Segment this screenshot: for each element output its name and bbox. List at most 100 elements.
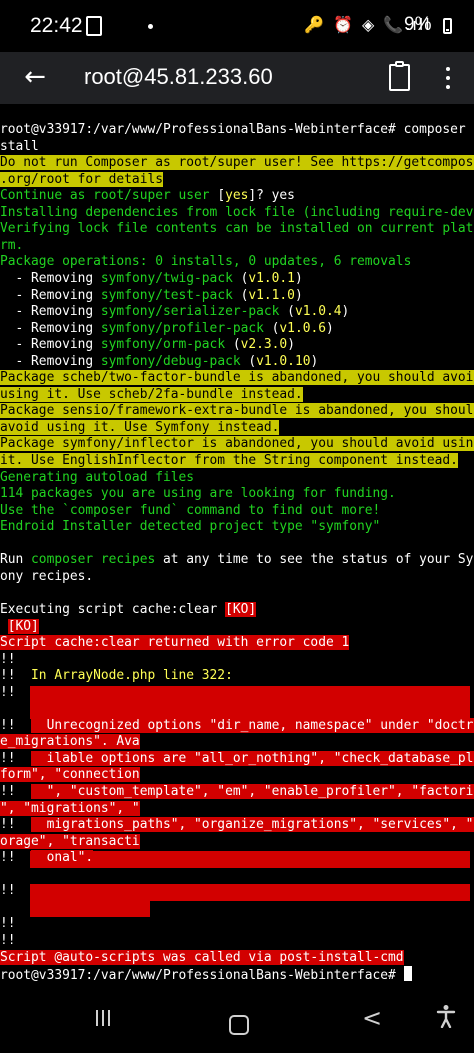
terminal-text: !! <box>0 750 32 766</box>
more-vert-icon[interactable] <box>438 64 458 92</box>
terminal-line: !! ", "custom_template", "em", "enable_p… <box>0 784 474 801</box>
terminal-text: symfony/profiler-pack <box>100 320 264 336</box>
terminal-text: Package operations: 0 installs, 0 update… <box>0 254 412 270</box>
terminal-line: !! <box>0 916 16 933</box>
terminal-text: v2.3.0 <box>240 337 288 353</box>
terminal-text: symfony/debug-pack <box>100 353 241 369</box>
terminal-text: ) <box>287 337 295 353</box>
terminal-line: avoid using it. Use Symfony instead. <box>0 419 280 437</box>
terminal-line: !! In ArrayNode.php line 322: <box>0 668 233 685</box>
terminal-text: [KO] <box>7 618 39 634</box>
terminal-text: Do not run Composer as root/super user! … <box>0 155 474 171</box>
accessibility-icon[interactable] <box>436 1004 456 1034</box>
terminal-text: ", "custom_template", "em", "enable_prof… <box>31 784 474 799</box>
terminal-line: - Removing symfony/twig-pack (v1.0.1) <box>0 271 303 288</box>
terminal-line: root@v33917:/var/www/ProfessionalBans-We… <box>0 966 412 983</box>
back-arrow-icon[interactable]: ← <box>20 62 50 92</box>
terminal-line: Verifying lock file contents can be inst… <box>0 221 474 238</box>
terminal-line: ony recipes. <box>0 569 93 586</box>
more-notifications-dot <box>148 24 153 29</box>
error-block-row <box>30 900 150 917</box>
terminal-text: v1.0.1 <box>248 270 295 286</box>
terminal-text: Executing script cache:clear <box>0 601 226 617</box>
error-block-row <box>30 851 470 868</box>
back-icon[interactable]: < <box>362 1004 382 1032</box>
terminal-text: - Removing <box>0 337 101 353</box>
terminal-line: Package operations: 0 installs, 0 update… <box>0 254 411 271</box>
terminal-line: e_migrations". Ava <box>0 734 140 751</box>
terminal-text: !! <box>0 916 16 932</box>
terminal-text: ]? yes <box>248 188 295 204</box>
terminal-text: v1.0.10 <box>256 353 311 369</box>
error-block-row <box>30 702 470 719</box>
error-block-row <box>30 884 470 901</box>
terminal-line: Do not run Composer as root/super user! … <box>0 155 474 172</box>
terminal-text: !! <box>0 651 16 667</box>
terminal-text: Installing dependencies from lock file (… <box>0 204 474 220</box>
terminal-line: Package symfony/inflector is abandoned, … <box>0 436 474 453</box>
terminal-text: - Removing <box>0 320 101 336</box>
terminal-text: !! <box>0 932 16 948</box>
terminal-text: ony recipes. <box>0 568 94 584</box>
terminal-line: Endroid Installer detected project type … <box>0 519 380 536</box>
terminal-line: - Removing symfony/test-pack (v1.1.0) <box>0 288 303 305</box>
terminal-text: Continue as root/super user <box>0 188 218 204</box>
terminal-line: Script @auto-scripts was called via post… <box>0 949 404 967</box>
terminal-text: symfony/serializer-pack <box>100 304 280 320</box>
terminal-line: !! ilable options are "all_or_nothing", … <box>0 750 474 768</box>
terminal-text: ) <box>294 270 303 286</box>
terminal-text: - Removing <box>0 270 101 286</box>
terminal-text: yes <box>225 188 249 204</box>
terminal-text: Verifying lock file contents can be inst… <box>0 221 474 237</box>
terminal-text: !! <box>0 850 32 866</box>
terminal-text: 114 packages you are using are looking f… <box>0 486 396 502</box>
terminal-text: v1.0.4 <box>294 304 342 320</box>
recents-icon[interactable] <box>96 1010 114 1030</box>
terminal-line: orage", "transacti <box>0 833 140 851</box>
terminal-line: .org/root for details <box>0 171 163 189</box>
terminal-text: Run <box>0 552 32 568</box>
terminal-line: Package scheb/two-factor-bundle is aband… <box>0 370 474 387</box>
status-bar: 22:42 🔑 ⏰ ◈ 📞.ıll 9% <box>0 0 474 52</box>
terminal-text: v1.1.0 <box>248 287 295 303</box>
terminal-line: - Removing symfony/serializer-pack (v1.0… <box>0 304 350 321</box>
terminal-text: Package sensio/framework-extra-bundle is… <box>0 403 474 419</box>
terminal-line: Package sensio/framework-extra-bundle is… <box>0 403 474 420</box>
terminal-line: 114 packages you are using are looking f… <box>0 486 396 503</box>
terminal-text: ", "migrations", " <box>0 800 140 816</box>
terminal-text: - Removing <box>0 287 101 303</box>
terminal-line: Installing dependencies from lock file (… <box>0 205 474 222</box>
terminal-text: symfony/twig-pack <box>100 270 233 286</box>
terminal-text: - Removing <box>0 304 101 320</box>
terminal-text: form", "connection <box>0 767 140 783</box>
terminal-output[interactable]: root@v33917:/var/www/ProfessionalBans-We… <box>0 104 474 990</box>
battery-icon <box>443 18 452 34</box>
terminal-line: stall <box>0 139 39 156</box>
terminal-line: using it. Use scheb/2fa-bundle instead. <box>0 386 303 404</box>
terminal-line: Script cache:clear returned with error c… <box>0 635 350 652</box>
terminal-line: - Removing symfony/profiler-pack (v1.0.6… <box>0 321 334 338</box>
terminal-text: ( <box>240 353 257 369</box>
terminal-text: ) <box>341 304 350 320</box>
terminal-line: root@v33917:/var/www/ProfessionalBans-We… <box>0 122 474 139</box>
home-icon[interactable] <box>229 1015 249 1035</box>
terminal-text: !! <box>0 817 32 833</box>
terminal-text: !! <box>0 883 16 899</box>
terminal-text: [KO] <box>225 601 257 617</box>
clipboard-icon[interactable] <box>389 61 410 91</box>
terminal-text: .org/root for details <box>0 171 163 187</box>
terminal-text: ) <box>294 287 303 303</box>
terminal-line: !! <box>0 685 16 702</box>
terminal-line: [KO] <box>0 618 39 636</box>
terminal-text: Use the `composer fund` command to find … <box>0 502 381 518</box>
terminal-line: !! <box>0 652 16 669</box>
terminal-line: Executing script cache:clear [KO] <box>0 601 257 619</box>
terminal-text: rm. <box>0 237 24 253</box>
terminal-line: - Removing symfony/debug-pack (v1.0.10) <box>0 353 319 371</box>
terminal-text: !! <box>0 784 32 799</box>
terminal-line: it. Use EnglishInflector from the String… <box>0 453 458 470</box>
terminal-line: !! Unrecognized options "dir_name, names… <box>0 717 474 735</box>
terminal-line: !! onal". <box>0 850 94 867</box>
terminal-cursor <box>403 966 412 982</box>
